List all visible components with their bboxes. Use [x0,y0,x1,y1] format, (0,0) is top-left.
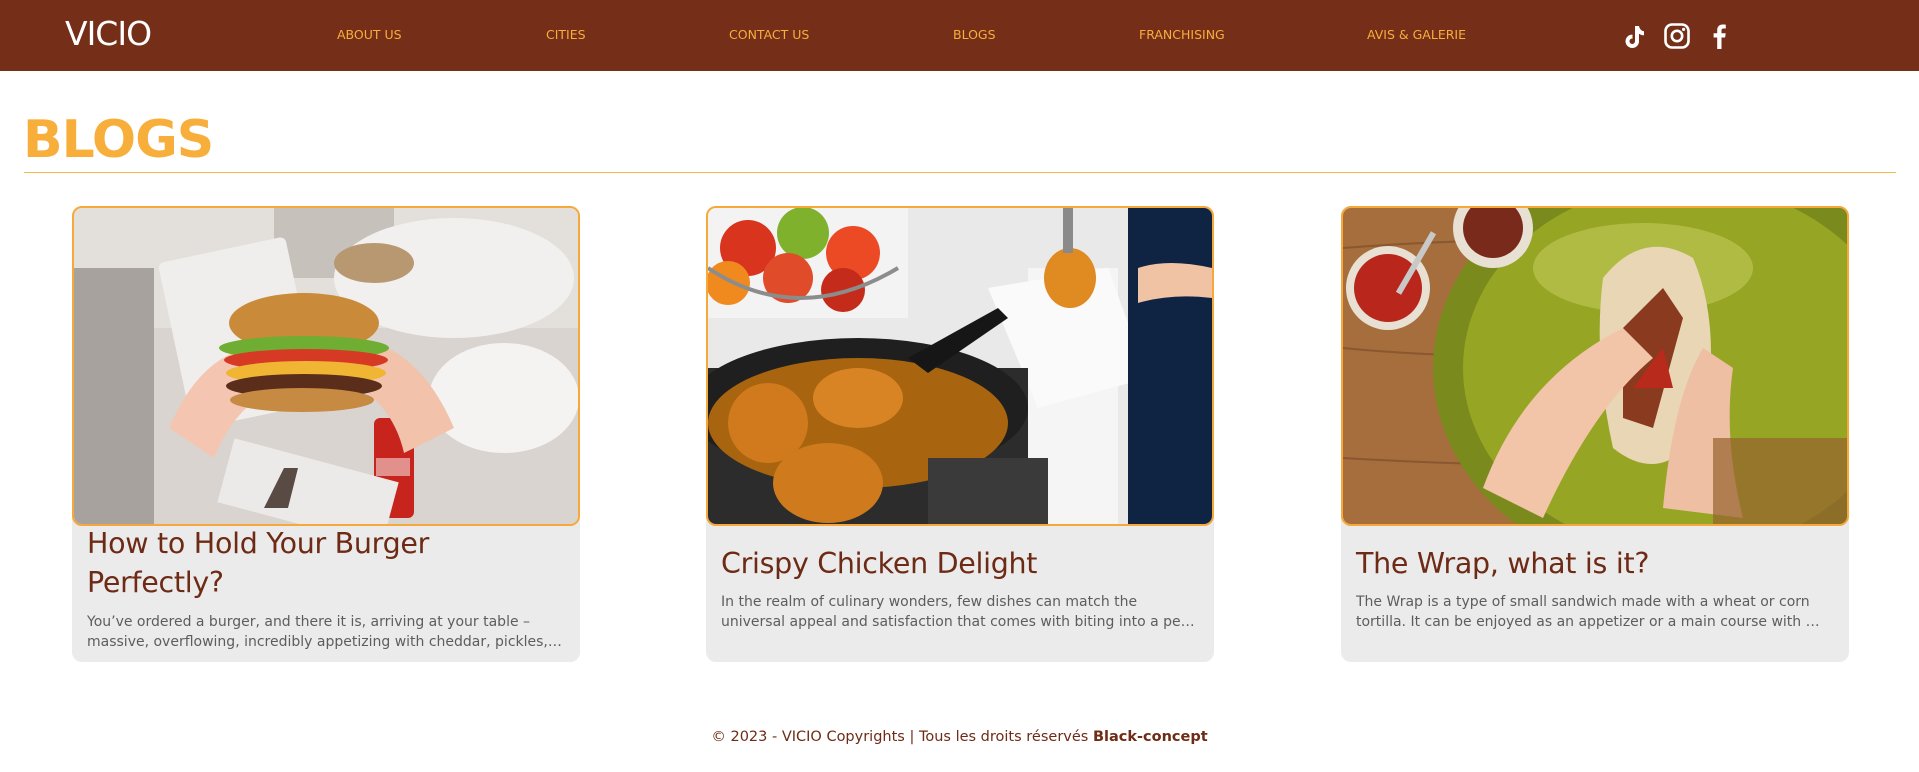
post-title[interactable]: Crispy Chicken Delight [721,544,1191,583]
site-footer: © 2023 - VICIO Copyrights | Tous les dro… [0,726,1919,748]
site-header: VICIO ABOUT US CITIES CONTACT US BLOGS F… [0,0,1919,71]
nav-avis-galerie[interactable]: AVIS & GALERIE [1367,27,1466,43]
blog-card-chicken[interactable]: Crispy Chicken Delight In the realm of c… [706,206,1214,662]
title-divider [24,172,1896,173]
nav-contact-us[interactable]: CONTACT US [729,27,809,43]
fried-chicken-photo[interactable] [706,206,1214,526]
blog-card-burger[interactable]: How to Hold Your Burger Perfectly? You’v… [72,206,580,662]
copyright-text: © 2023 - VICIO Copyrights | Tous les dro… [711,729,1089,745]
post-excerpt: You’ve ordered a burger, and there it is… [87,614,563,650]
nav-blogs[interactable]: BLOGS [953,27,996,43]
logo[interactable]: VICIO [65,14,152,54]
facebook-icon[interactable] [1706,22,1734,50]
tiktok-icon[interactable] [1620,22,1648,50]
post-excerpt: The Wrap is a type of small sandwich mad… [1356,594,1832,630]
nav-about-us[interactable]: ABOUT US [337,27,402,43]
post-title[interactable]: How to Hold Your Burger Perfectly? [87,524,557,602]
nav-franchising[interactable]: FRANCHISING [1139,27,1225,43]
post-title[interactable]: The Wrap, what is it? [1356,544,1826,583]
nav-cities[interactable]: CITIES [546,27,586,43]
blog-card-wrap[interactable]: The Wrap, what is it? The Wrap is a type… [1341,206,1849,662]
page-title: BLOGS [23,110,214,170]
wrap-photo[interactable] [1341,206,1849,526]
credit-link[interactable]: Black-concept [1093,729,1208,745]
burger-photo[interactable] [72,206,580,526]
instagram-icon[interactable] [1663,22,1691,50]
post-excerpt: In the realm of culinary wonders, few di… [721,594,1197,630]
